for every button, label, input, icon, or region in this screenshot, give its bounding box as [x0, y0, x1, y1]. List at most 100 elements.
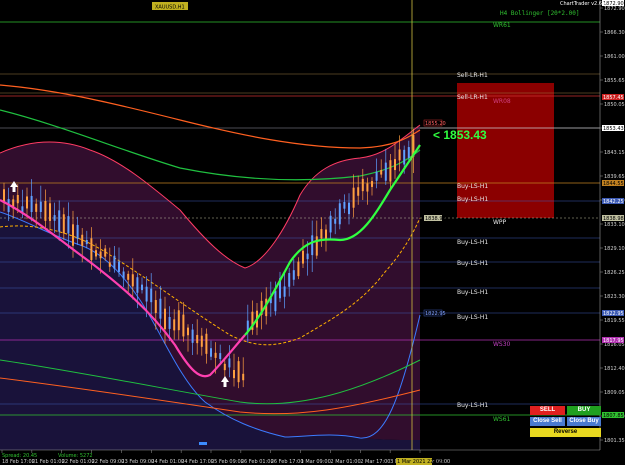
candle-body: [329, 215, 332, 233]
price-tick-label: 1812.40: [604, 366, 625, 372]
buy-button[interactable]: BUY: [567, 406, 601, 415]
tag-ask: 1853.43: [603, 126, 624, 132]
candle-body: [141, 284, 143, 291]
level-buy-ls-7-label: Buy-LS-H1: [457, 402, 488, 409]
candle-body: [366, 183, 369, 192]
candle-body: [352, 187, 355, 208]
price-tick-label: 1850.05: [604, 102, 625, 108]
close-buy-button[interactable]: Close Buy: [567, 417, 601, 426]
symbol-badge: XAUUSD,H1: [155, 5, 185, 11]
candle-body: [191, 329, 194, 343]
candle-body: [72, 224, 74, 246]
candle-body: [407, 147, 410, 158]
candle-body: [145, 286, 148, 302]
price-tick-label: 1839.65: [604, 174, 625, 180]
candle-body: [403, 149, 406, 165]
close-sell-button[interactable]: Close Sell: [530, 417, 565, 426]
reverse-button[interactable]: Reverse: [530, 428, 601, 437]
candle-body: [274, 290, 277, 312]
svg-text:1838.98: 1838.98: [425, 216, 446, 222]
indicator-label: H4 Bollinger [20*2.00]: [500, 10, 579, 17]
tag-wr08: 1857.45: [603, 95, 624, 101]
price-tick-label: 1819.55: [604, 318, 625, 324]
candle-body: [315, 236, 318, 256]
candle-body: [53, 215, 56, 221]
stats-volume: Volume: 5272: [58, 453, 93, 459]
candle-body: [113, 255, 116, 269]
candle-body: [168, 316, 171, 329]
price-tick-label: 1809.05: [604, 390, 625, 396]
time-tick-label: 24 Feb 01:00: [151, 459, 184, 465]
candle-body: [210, 348, 212, 357]
chart-area[interactable]: 1872.901866.301861.001855.651850.051846.…: [0, 0, 625, 465]
candle-body: [159, 298, 162, 319]
scroll-thumb[interactable]: [199, 442, 207, 445]
candle-body: [320, 229, 323, 239]
time-tick-label: 21 Feb 01:00: [32, 459, 65, 465]
svg-text:1822.95: 1822.95: [425, 311, 446, 317]
candle-body: [297, 261, 300, 277]
time-tick-label: 2 Mar 01:00: [330, 459, 360, 465]
candle-body: [154, 300, 157, 313]
price-tick-label: 1829.10: [604, 246, 625, 252]
candle-body: [99, 251, 102, 259]
level-buy-ls-5-label: Buy-LS-H1: [457, 289, 488, 296]
level-buy-ls-3-label: Buy-LS-H1: [457, 239, 488, 246]
level-wr08-label: WR08: [493, 98, 511, 105]
sell-button[interactable]: SELL: [530, 406, 565, 415]
candle-body: [173, 319, 176, 331]
candle-body: [380, 170, 383, 175]
candle-body: [104, 248, 107, 257]
candle-body: [67, 216, 70, 234]
candle-body: [398, 149, 401, 161]
candle-body: [214, 352, 217, 358]
candle-body: [118, 261, 120, 272]
level-buy-ls-4-label: Buy-LS-H1: [457, 260, 488, 267]
candle-body: [39, 201, 42, 213]
candle-body: [182, 314, 185, 337]
chart-canvas[interactable]: 1872.901866.301861.001855.651850.051846.…: [0, 0, 625, 465]
candle-body: [338, 203, 341, 225]
candle-body: [76, 224, 79, 239]
price-tick-label: 1866.30: [604, 30, 625, 36]
level-sell-lr-2-label: Sell-LR-H1: [457, 94, 488, 101]
tag-buy1: 1844.55: [603, 181, 624, 187]
candle-body: [95, 250, 97, 257]
time-tick-label: 23 Feb 09:00: [121, 459, 154, 465]
candle-body: [325, 229, 327, 239]
time-tick-label: 25 Feb 09:00: [211, 459, 244, 465]
candle-body: [292, 270, 295, 280]
tag-ws30: 1817.95: [603, 338, 624, 344]
candle-body: [302, 250, 304, 264]
time-tick-label: 2 Mar 17:00: [360, 459, 390, 465]
price-tick-label: 1823.30: [604, 294, 625, 300]
candle-body: [187, 327, 189, 336]
stats-spread: Spread: 20.45: [2, 453, 37, 459]
candle-body: [177, 310, 180, 331]
time-tick-label: 22 Feb 09:00: [92, 459, 125, 465]
candle-body: [384, 162, 387, 181]
candle-body: [375, 171, 378, 181]
price-tick-label: 1833.10: [604, 222, 625, 228]
candle-body: [30, 195, 33, 213]
tag-sell1: 1822.95: [603, 311, 624, 317]
candle-body: [357, 187, 360, 196]
tag-wpp: 1838.98: [603, 216, 624, 222]
watermark: ChartTrader v2.6b: [560, 1, 605, 7]
time-tick-label: 1 Mar 09:00: [301, 459, 331, 465]
candle-body: [311, 235, 314, 256]
candle-body: [205, 333, 208, 354]
price-tick-label: 1861.00: [604, 54, 625, 60]
candle-body: [389, 160, 392, 182]
candle-body: [3, 189, 5, 203]
candle-body: [361, 178, 364, 192]
candle-body: [223, 363, 226, 371]
candle-body: [150, 288, 153, 303]
candle-body: [348, 202, 350, 215]
candle-body: [44, 200, 47, 221]
candle-body: [131, 274, 134, 287]
candle-body: [371, 181, 373, 187]
candle-body: [16, 195, 19, 204]
time-tick-label: 24 Feb 17:00: [181, 459, 214, 465]
candle-body: [237, 361, 240, 383]
